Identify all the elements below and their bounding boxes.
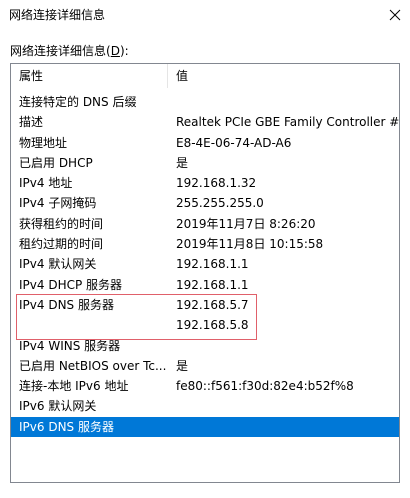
table-row[interactable]: 连接特定的 DNS 后缀 bbox=[11, 92, 399, 112]
row-value: 192.168.1.1 bbox=[176, 277, 249, 292]
row-value: 192.168.5.7 bbox=[176, 297, 249, 312]
column-header-property[interactable]: 属性 bbox=[11, 64, 168, 88]
row-property: IPv4 DHCP 服务器 bbox=[19, 277, 123, 292]
row-value bbox=[176, 92, 399, 112]
table-row[interactable]: 租约过期的时间 2019年11月8日 10:15:58 bbox=[11, 234, 399, 254]
window-title: 网络连接详细信息 bbox=[9, 8, 106, 22]
row-property: 已启用 DHCP bbox=[19, 155, 93, 170]
row-value: 192.168.1.32 bbox=[176, 176, 257, 191]
row-value: 192.168.1.1 bbox=[176, 257, 249, 272]
row-value bbox=[176, 336, 399, 356]
close-button[interactable] bbox=[380, 0, 410, 30]
row-property: IPv4 DNS 服务器 bbox=[19, 297, 114, 312]
row-property: IPv4 地址 bbox=[19, 176, 73, 191]
table-row[interactable]: 已启用 DHCP 是 bbox=[11, 153, 399, 173]
table-row[interactable]: IPv4 默认网关 192.168.1.1 bbox=[11, 254, 399, 274]
row-property: 连接特定的 DNS 后缀 bbox=[19, 95, 137, 109]
row-property: 描述 bbox=[19, 115, 44, 130]
row-property: 已启用 NetBIOS over Tc... bbox=[19, 358, 167, 373]
row-value: 2019年11月7日 8:26:20 bbox=[176, 216, 316, 231]
row-property: IPv4 默认网关 bbox=[19, 257, 97, 272]
row-value: 是 bbox=[176, 358, 189, 373]
listview-rows: 连接特定的 DNS 后缀 描述 Realtek PCIe GBE Family Co… bbox=[11, 92, 399, 438]
table-row[interactable]: 连接-本地 IPv6 地址 fe80::f561:f30d:82e4:b52f%8 bbox=[11, 376, 399, 396]
table-row[interactable]: IPv6 DNS 服务器 bbox=[11, 416, 399, 438]
details-label-accelerator: D bbox=[110, 44, 120, 58]
table-row[interactable]: 获得租约的时间 2019年11月7日 8:26:20 bbox=[11, 214, 399, 234]
row-property: IPv4 WINS 服务器 bbox=[19, 338, 121, 353]
column-header-value[interactable]: 值 bbox=[168, 64, 399, 88]
table-row[interactable]: 已启用 NetBIOS over Tc... 是 bbox=[11, 356, 399, 376]
row-value bbox=[176, 396, 399, 416]
row-property: 获得租约的时间 bbox=[19, 216, 104, 231]
row-property bbox=[19, 315, 168, 335]
row-property: IPv6 DNS 服务器 bbox=[19, 419, 114, 434]
row-property: 连接-本地 IPv6 地址 bbox=[19, 379, 129, 394]
row-value: 192.168.5.8 bbox=[176, 318, 249, 333]
table-row[interactable]: IPv4 WINS 服务器 bbox=[11, 336, 399, 356]
network-connection-details-dialog: 网络连接详细信息 网络连接详细信息(D): 属性 值 连接特定的 DNS 后缀描… bbox=[0, 0, 410, 498]
row-property: 物理地址 bbox=[19, 135, 68, 150]
row-value: E8-4E-06-74-AD-A6 bbox=[176, 135, 292, 150]
close-icon bbox=[389, 9, 401, 21]
row-value: 是 bbox=[176, 155, 189, 170]
row-property: IPv6 默认网关 bbox=[19, 399, 97, 414]
row-value: 255.255.255.0 bbox=[176, 196, 264, 211]
details-label-prefix: 网络连接详细信息( bbox=[10, 44, 111, 58]
row-value: Realtek PCIe GBE Family Controller #2 bbox=[176, 115, 399, 130]
table-row[interactable]: 物理地址 E8-4E-06-74-AD-A6 bbox=[11, 133, 399, 153]
table-row[interactable]: IPv4 子网掩码 255.255.255.0 bbox=[11, 193, 399, 213]
row-property: IPv4 子网掩码 bbox=[19, 196, 97, 211]
table-row[interactable]: 描述 Realtek PCIe GBE Family Controller #2 bbox=[11, 112, 399, 132]
row-value: fe80::f561:f30d:82e4:b52f%8 bbox=[176, 379, 354, 394]
details-list-label: 网络连接详细信息(D): bbox=[10, 43, 129, 59]
listview-header: 属性 值 bbox=[11, 64, 399, 88]
table-row[interactable]: IPv6 默认网关 bbox=[11, 396, 399, 416]
row-property: 租约过期的时间 bbox=[19, 237, 104, 252]
details-listview[interactable]: 属性 值 连接特定的 DNS 后缀 描述 Realtek PCIe GBE Fami… bbox=[10, 63, 400, 483]
table-row[interactable]: IPv4 DNS 服务器 192.168.5.7 bbox=[11, 295, 399, 315]
details-label-suffix: ): bbox=[119, 44, 129, 58]
row-value: 2019年11月8日 10:15:58 bbox=[176, 237, 324, 252]
table-row[interactable]: 192.168.5.8 bbox=[11, 315, 399, 335]
title-bar: 网络连接详细信息 bbox=[0, 0, 410, 30]
row-value bbox=[176, 417, 399, 437]
table-row[interactable]: IPv4 地址 192.168.1.32 bbox=[11, 173, 399, 193]
table-row[interactable]: IPv4 DHCP 服务器 192.168.1.1 bbox=[11, 275, 399, 295]
